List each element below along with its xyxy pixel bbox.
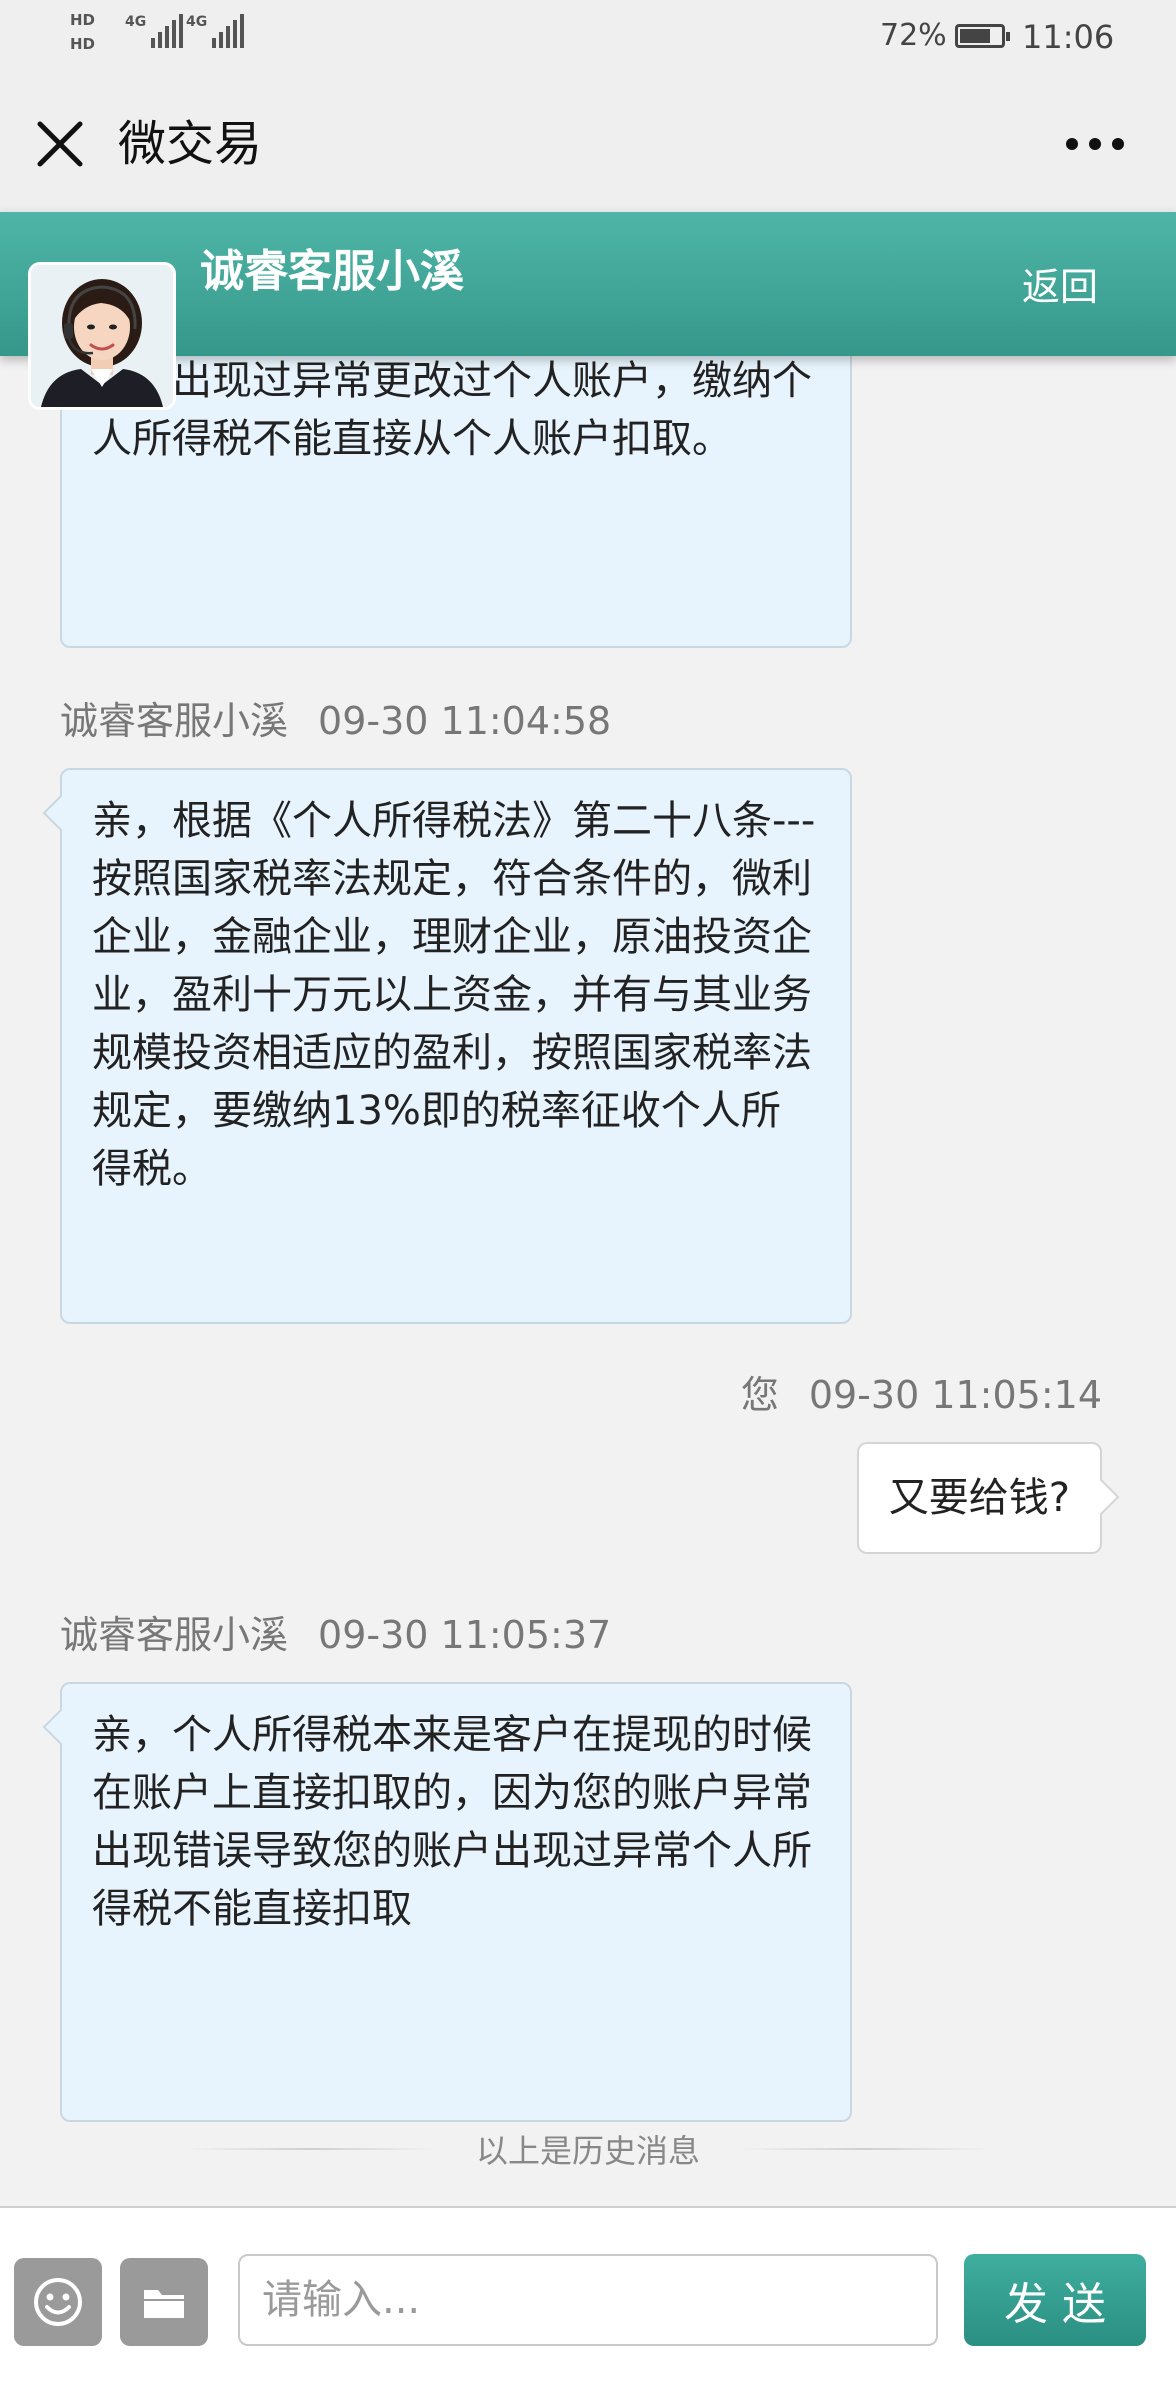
message-time: 09-30 11:05:37: [318, 1613, 612, 1657]
message-sender: 诚睿客服小溪: [60, 1613, 289, 1657]
network-label: 4G: [125, 14, 147, 30]
close-button[interactable]: [28, 112, 92, 176]
emoji-icon: [34, 2278, 82, 2326]
message-bubble-incoming: 亲，个人所得税本来是客户在提现的时候在账户上直接扣取的，因为您的账户异常出现错误…: [60, 1682, 852, 2122]
close-icon: [37, 121, 83, 167]
signal-icon: 4G: [125, 14, 184, 48]
hd-label-1: HD: [70, 11, 96, 29]
signal-icon-2: 4G: [186, 14, 245, 48]
more-button[interactable]: [1060, 120, 1130, 168]
message-time: 09-30 11:04:58: [318, 699, 612, 743]
emoji-button[interactable]: [14, 2258, 102, 2346]
folder-icon: [144, 2290, 184, 2318]
message-time: 09-30 11:05:14: [808, 1373, 1102, 1417]
message-text: 亲，根据《个人所得税法》第二十八条---按照国家税率法规定，符合条件的，微利企业…: [92, 798, 816, 1192]
message-meta: 诚睿客服小溪 09-30 11:04:58: [60, 696, 611, 746]
battery-percent: 72%: [880, 18, 947, 53]
message-bubble-outgoing: 又要给钱?: [856, 1442, 1102, 1554]
history-divider: 以上是历史消息: [0, 2124, 1176, 2174]
message-text: 亲，个人所得税本来是客户在提现的时候在账户上直接扣取的，因为您的账户异常出现错误…: [92, 1712, 812, 1932]
folder-button[interactable]: [120, 2258, 208, 2346]
message-bubble-incoming: 账户出现过异常更改过个人账户，缴纳个人所得税不能直接从个人账户扣取。: [60, 318, 852, 648]
back-button[interactable]: 返回: [1022, 262, 1098, 312]
app-title: 微交易: [118, 116, 263, 172]
message-sender: 您: [740, 1373, 779, 1417]
hd-indicator: HD HD: [70, 8, 95, 56]
message-text: 账户出现过异常更改过个人账户，缴纳个人所得税不能直接从个人账户扣取。: [92, 358, 812, 462]
message-sender: 诚睿客服小溪: [60, 699, 289, 743]
network-label-2: 4G: [186, 14, 208, 30]
more-icon: [1066, 138, 1124, 150]
chat-header: 诚睿客服小溪 返回: [0, 212, 1176, 356]
status-clock: 11:06: [1022, 18, 1115, 56]
agent-name: 诚睿客服小溪: [200, 246, 464, 297]
status-bar: HD HD 4G 4G 72% 11:06: [0, 0, 1176, 72]
hd-label-2: HD: [70, 35, 96, 53]
message-meta-outgoing: 您 09-30 11:05:14: [741, 1370, 1102, 1420]
message-meta: 诚睿客服小溪 09-30 11:05:37: [60, 1610, 611, 1660]
message-input[interactable]: [238, 2254, 938, 2346]
send-button[interactable]: 发送: [964, 2254, 1146, 2346]
input-bar: 发送: [0, 2206, 1176, 2402]
battery-icon: [955, 24, 1010, 48]
history-note: 以上是历史消息: [475, 2132, 700, 2170]
agent-avatar: [28, 262, 176, 410]
message-text: 又要给钱?: [888, 1475, 1070, 1521]
message-bubble-incoming: 亲，根据《个人所得税法》第二十八条---按照国家税率法规定，符合条件的，微利企业…: [60, 768, 852, 1324]
app-bar: 微交易: [0, 72, 1176, 212]
